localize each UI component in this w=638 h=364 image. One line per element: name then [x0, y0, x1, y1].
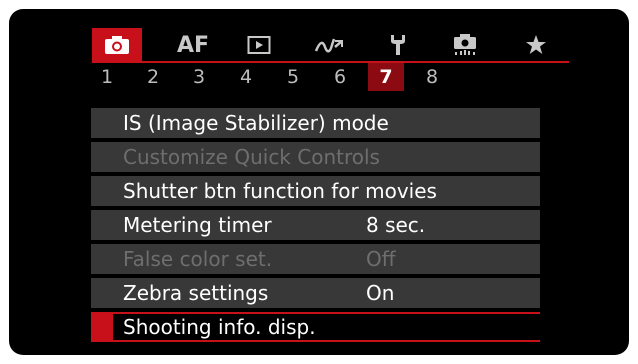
wireless-icon	[314, 38, 343, 53]
page-number-3[interactable]: 3	[181, 63, 217, 91]
menu-item-false-color[interactable]: False color set. Off	[91, 244, 540, 274]
menu-item-label: Customize Quick Controls	[123, 145, 380, 169]
menu-item-customize-quick-controls[interactable]: Customize Quick Controls	[91, 142, 540, 172]
menu-item-label: Zebra settings	[123, 281, 269, 305]
playback-tab[interactable]	[234, 28, 284, 62]
af-tab[interactable]: AF	[168, 28, 218, 62]
wrench-icon	[391, 35, 405, 55]
menu-item-label: False color set.	[123, 247, 273, 271]
menu-item-is-mode[interactable]: IS (Image Stabilizer) mode	[91, 108, 540, 138]
menu-item-zebra-settings[interactable]: Zebra settings On	[91, 278, 540, 308]
menu-item-shooting-info-disp[interactable]: Shooting info. disp.	[91, 312, 542, 342]
wireless-tab[interactable]	[304, 28, 354, 62]
menu-item-shutter-btn-function[interactable]: Shutter btn function for movies	[91, 176, 540, 206]
setup-tab[interactable]	[373, 28, 423, 62]
page-number-5[interactable]: 5	[275, 63, 311, 91]
my-menu-tab[interactable]	[511, 28, 561, 62]
menu-item-label: Shooting info. disp.	[123, 315, 316, 339]
menu-item-label: Shutter btn function for movies	[123, 179, 437, 203]
page-number-1[interactable]: 1	[89, 63, 125, 91]
page-number-6[interactable]: 6	[322, 63, 358, 91]
camera-icon	[105, 36, 129, 54]
settings-menu: IS (Image Stabilizer) mode Customize Qui…	[91, 108, 540, 312]
play-icon	[247, 36, 271, 54]
page-number-7[interactable]: 7	[368, 63, 404, 91]
star-icon	[526, 35, 546, 54]
menu-tab-bar: AF	[92, 28, 569, 62]
page-number-2[interactable]: 2	[135, 63, 171, 91]
menu-item-metering-timer[interactable]: Metering timer 8 sec.	[91, 210, 540, 240]
custom-function-tab[interactable]	[440, 28, 490, 62]
menu-item-label: Metering timer	[123, 213, 272, 237]
shooting-tab[interactable]	[92, 28, 142, 62]
page-number-4[interactable]: 4	[228, 63, 264, 91]
menu-item-value: On	[366, 281, 395, 305]
page-number-8[interactable]: 8	[414, 63, 450, 91]
menu-item-label: IS (Image Stabilizer) mode	[123, 111, 389, 135]
menu-item-value: Off	[366, 247, 396, 271]
menu-item-value: 8 sec.	[366, 213, 426, 237]
custom-camera-icon	[454, 34, 476, 55]
